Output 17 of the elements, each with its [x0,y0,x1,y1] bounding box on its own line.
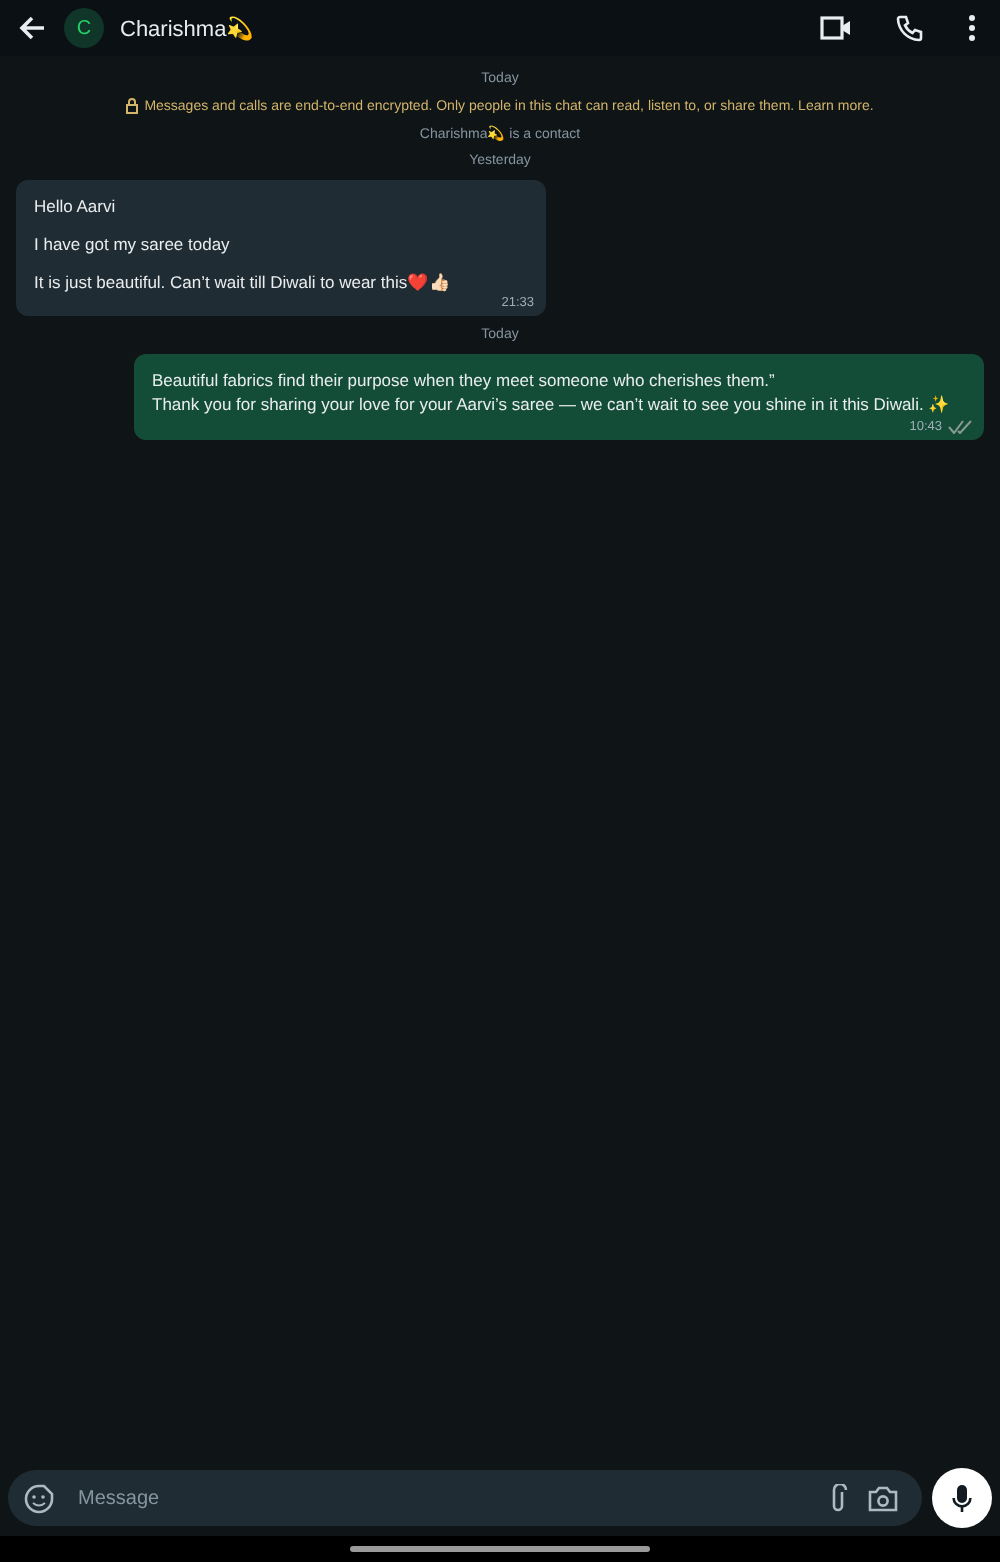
message-text: Beautiful fabrics find their purpose when they meet someone who cherishes them.” Thank you for sharing your love for your Aarvi’s saree — we can’t wait to see you shine in it this Diwali. ✨ [152,368,953,416]
microphone-icon [952,1483,972,1513]
message-text: It is just beautiful. Can’t wait till Diwali to wear this❤👍🏻 [34,270,454,294]
back-icon[interactable] [16,12,48,44]
avatar[interactable]: C [64,8,104,48]
phone-icon[interactable] [896,14,924,42]
camera-icon[interactable] [868,1485,898,1511]
attachment-icon[interactable] [828,1483,848,1513]
message-text: I have got my saree today [34,232,232,256]
sticker-icon[interactable] [24,1483,54,1513]
video-call-icon[interactable] [820,14,852,42]
more-options-icon[interactable] [968,14,976,42]
microphone-button[interactable] [932,1468,992,1528]
contact-name[interactable]: Charishma💫 [120,15,255,41]
message-text: Hello Aarvi [34,194,118,218]
message-field[interactable]: Message [8,1470,922,1526]
lock-icon [126,98,139,114]
